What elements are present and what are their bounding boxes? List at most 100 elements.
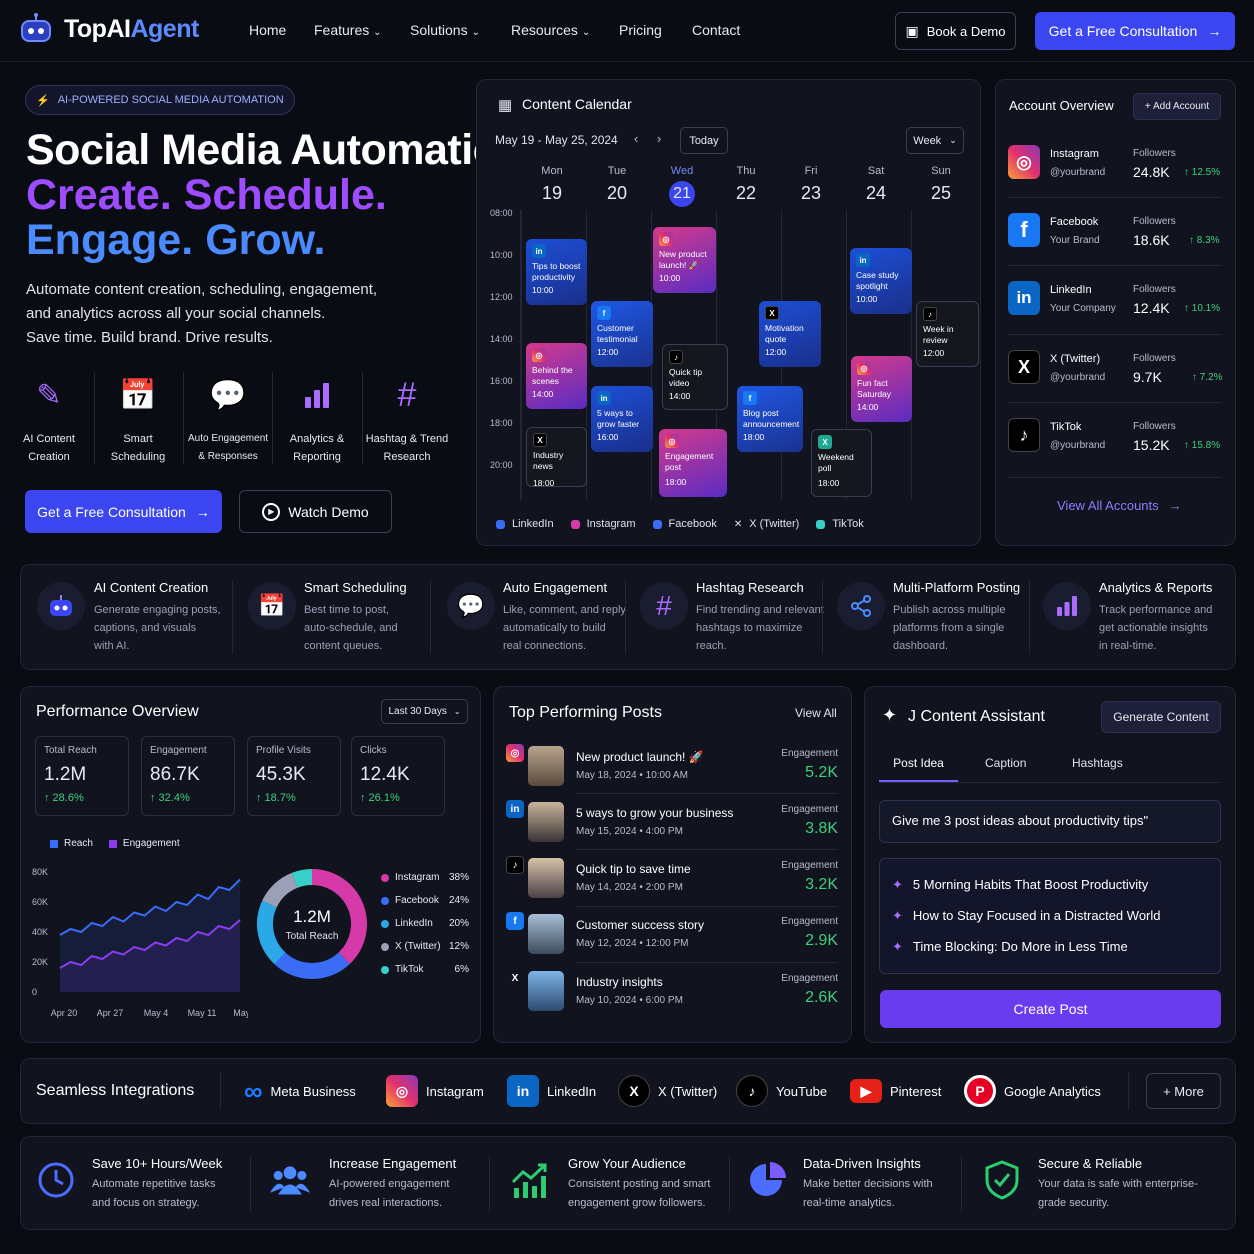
calendar-day[interactable]: Mon 19 <box>522 165 582 204</box>
event-time: 14:00 <box>857 402 879 412</box>
y-tick-label: 80K <box>32 867 48 877</box>
more-integrations-button[interactable]: + More <box>1146 1073 1221 1109</box>
pinterest-icon: P <box>964 1075 996 1107</box>
post-row[interactable]: in 5 ways to grow your business May 15, 2… <box>506 800 838 856</box>
calendar-day[interactable]: Thu 22 <box>716 165 776 204</box>
calendar-event-tiktok[interactable]: ♪ Quick tip video 14:00 <box>662 344 728 410</box>
legend-swatch <box>108 839 117 848</box>
nav-home[interactable]: Home <box>249 22 286 38</box>
integration-linkedin[interactable]: in LinkedIn <box>507 1074 596 1108</box>
date-range-select[interactable]: Last 30 Days ⌄ <box>381 699 468 724</box>
calendar-day[interactable]: Sat 24 <box>846 165 906 204</box>
engagement-label: Engagement <box>781 860 838 871</box>
logo-robot-icon[interactable] <box>18 12 54 46</box>
nav-features[interactable]: Features ⌄ <box>314 22 382 38</box>
generate-content-button[interactable]: Generate Content <box>1101 701 1221 733</box>
y-tick-label: 20K <box>32 957 48 967</box>
legend-label: X (Twitter) <box>395 941 441 952</box>
calendar-event-linkedin[interactable]: in Case study spotlight 10:00 <box>850 248 912 314</box>
integration-youtube[interactable]: ♪ YouTube <box>736 1074 827 1108</box>
account-row-tiktok[interactable]: ♪ TikTok @yourbrand Followers 15.2K ↑ 15… <box>1008 418 1224 478</box>
followers-label: Followers <box>1133 284 1176 295</box>
hero-feature-label-1: Auto Engagement <box>187 433 269 444</box>
account-row-instagram[interactable]: ◎ Instagram @yourbrand Followers 24.8K ↑… <box>1008 145 1224 205</box>
tab-post-idea[interactable]: Post Idea <box>879 756 958 782</box>
nav-pricing[interactable]: Pricing <box>619 22 662 38</box>
kpi-change: ↑ 26.1% <box>360 792 400 804</box>
performance-title: Performance Overview <box>36 703 199 720</box>
event-title: 5 ways to grow faster <box>597 408 640 429</box>
calendar-event-instagram[interactable]: ◎ New product launch! 🚀 10:00 <box>653 227 716 293</box>
brand-logo[interactable]: TopAIAgent <box>64 15 199 44</box>
calendar-event-linkedin[interactable]: in Tips to boost productivity 10:00 <box>526 239 587 305</box>
day-name: Fri <box>804 165 818 177</box>
linkedin-icon: in <box>507 1075 539 1107</box>
idea-item[interactable]: ✦ 5 Morning Habits That Boost Productivit… <box>892 877 1148 893</box>
post-row[interactable]: f Customer success story May 12, 2024 • 1… <box>506 912 838 968</box>
integration-pinterest[interactable]: ▶ Pinterest <box>850 1074 941 1108</box>
instagram-icon: ◎ <box>506 744 524 762</box>
followers-label: Followers <box>1133 216 1176 227</box>
create-post-button[interactable]: Create Post <box>880 990 1221 1028</box>
next-week-icon[interactable]: › <box>657 131 661 146</box>
post-row[interactable]: ♪ Quick tip to save time May 14, 2024 • 2… <box>506 856 838 912</box>
engagement-value: 5.2K <box>805 764 838 781</box>
calendar-event-x[interactable]: X Motivation quote 12:00 <box>759 301 821 367</box>
hashtag-icon: # <box>640 582 688 630</box>
feature-smart-scheduling: Smart Scheduling Best time to post, auto-s… <box>304 580 407 655</box>
calendar-event-instagram[interactable]: ◎ Behind the scenes 14:00 <box>526 343 587 409</box>
calendar-event-x[interactable]: X Weekend poll 18:00 <box>811 429 872 497</box>
calendar-event-facebook[interactable]: f Customer testimonial 12:00 <box>591 301 653 367</box>
feature-desc-line: Like, comment, and reply <box>503 604 626 616</box>
watch-demo-button[interactable]: ▶ Watch Demo <box>239 490 392 533</box>
event-time: 18:00 <box>818 478 840 488</box>
calendar-day[interactable]: Sun 25 <box>911 165 971 204</box>
calendar-day[interactable]: Fri 23 <box>781 165 841 204</box>
calendar-event-facebook[interactable]: f Blog post announcement 18:00 <box>737 386 803 452</box>
integration-google-analytics[interactable]: P Google Analytics <box>964 1074 1101 1108</box>
integration-x[interactable]: X X (Twitter) <box>618 1074 717 1108</box>
calendar-event-instagram[interactable]: ◎ Engagement post 18:00 <box>659 429 727 497</box>
nav-solutions[interactable]: Solutions ⌄ <box>410 22 480 38</box>
view-select[interactable]: Week ⌄ <box>906 127 964 154</box>
calendar-event-linkedin[interactable]: in 5 ways to grow faster 16:00 <box>591 386 653 452</box>
top-posts-view-all[interactable]: View All <box>795 706 837 720</box>
idea-item[interactable]: ✦ How to Stay Focused in a Distracted Wor… <box>892 908 1161 924</box>
followers-label: Followers <box>1133 148 1176 159</box>
header-consultation-button[interactable]: Get a Free Consultation → <box>1035 12 1235 50</box>
nav-features-label: Features <box>314 22 370 38</box>
event-title: Case study spotlight <box>856 270 899 291</box>
day-number: 24 <box>865 183 887 203</box>
calendar-day-selected[interactable]: Wed 21 <box>652 165 712 207</box>
account-name: Instagram <box>1050 148 1099 160</box>
calendar-event-instagram[interactable]: ◎ Fun fact Saturday 14:00 <box>851 356 912 422</box>
view-all-accounts-link[interactable]: View All Accounts → <box>1057 498 1182 513</box>
add-account-button[interactable]: + Add Account <box>1133 93 1221 120</box>
account-overview-title: Account Overview <box>1009 98 1114 113</box>
feature-desc: Best time to post, auto-schedule, and cont… <box>304 601 407 655</box>
nav-resources-label: Resources <box>511 22 578 38</box>
prev-week-icon[interactable]: ‹ <box>634 131 638 146</box>
facebook-icon: f <box>1008 213 1040 247</box>
post-row[interactable]: X Industry insights May 10, 2024 • 6:00 P… <box>506 969 838 1025</box>
book-demo-button[interactable]: ▣ Book a Demo <box>895 12 1016 50</box>
hero-consultation-button[interactable]: Get a Free Consultation → <box>25 490 222 533</box>
feature-desc-line: real connections. <box>503 640 587 652</box>
tab-hashtags[interactable]: Hashtags <box>1072 756 1123 770</box>
account-row-facebook[interactable]: f Facebook Your Brand Followers 18.6K ↑ … <box>1008 213 1224 273</box>
account-row-linkedin[interactable]: in LinkedIn Your Company Followers 12.4K… <box>1008 281 1224 341</box>
nav-resources[interactable]: Resources ⌄ <box>511 22 590 38</box>
post-row[interactable]: ◎ New product launch! 🚀 May 18, 2024 • 10… <box>506 744 838 800</box>
assistant-prompt-input[interactable]: Give me 3 post ideas about productivity … <box>879 800 1221 843</box>
tab-caption[interactable]: Caption <box>985 756 1026 770</box>
account-row-x[interactable]: X X (Twitter) @yourbrand Followers 9.7K … <box>1008 350 1224 410</box>
arrow-right-icon: → <box>1207 23 1222 39</box>
today-button[interactable]: Today <box>680 127 728 154</box>
integration-meta[interactable]: ∞ Meta Business <box>244 1074 356 1108</box>
calendar-day[interactable]: Tue 20 <box>587 165 647 204</box>
idea-item[interactable]: ✦ Time Blocking: Do More in Less Time <box>892 939 1128 955</box>
calendar-event-x[interactable]: X Industry news 18:00 <box>526 427 587 487</box>
nav-contact[interactable]: Contact <box>692 22 740 38</box>
integration-instagram[interactable]: ◎ Instagram <box>386 1074 484 1108</box>
calendar-event-tiktok[interactable]: ♪ Week in review 12:00 <box>916 301 979 367</box>
